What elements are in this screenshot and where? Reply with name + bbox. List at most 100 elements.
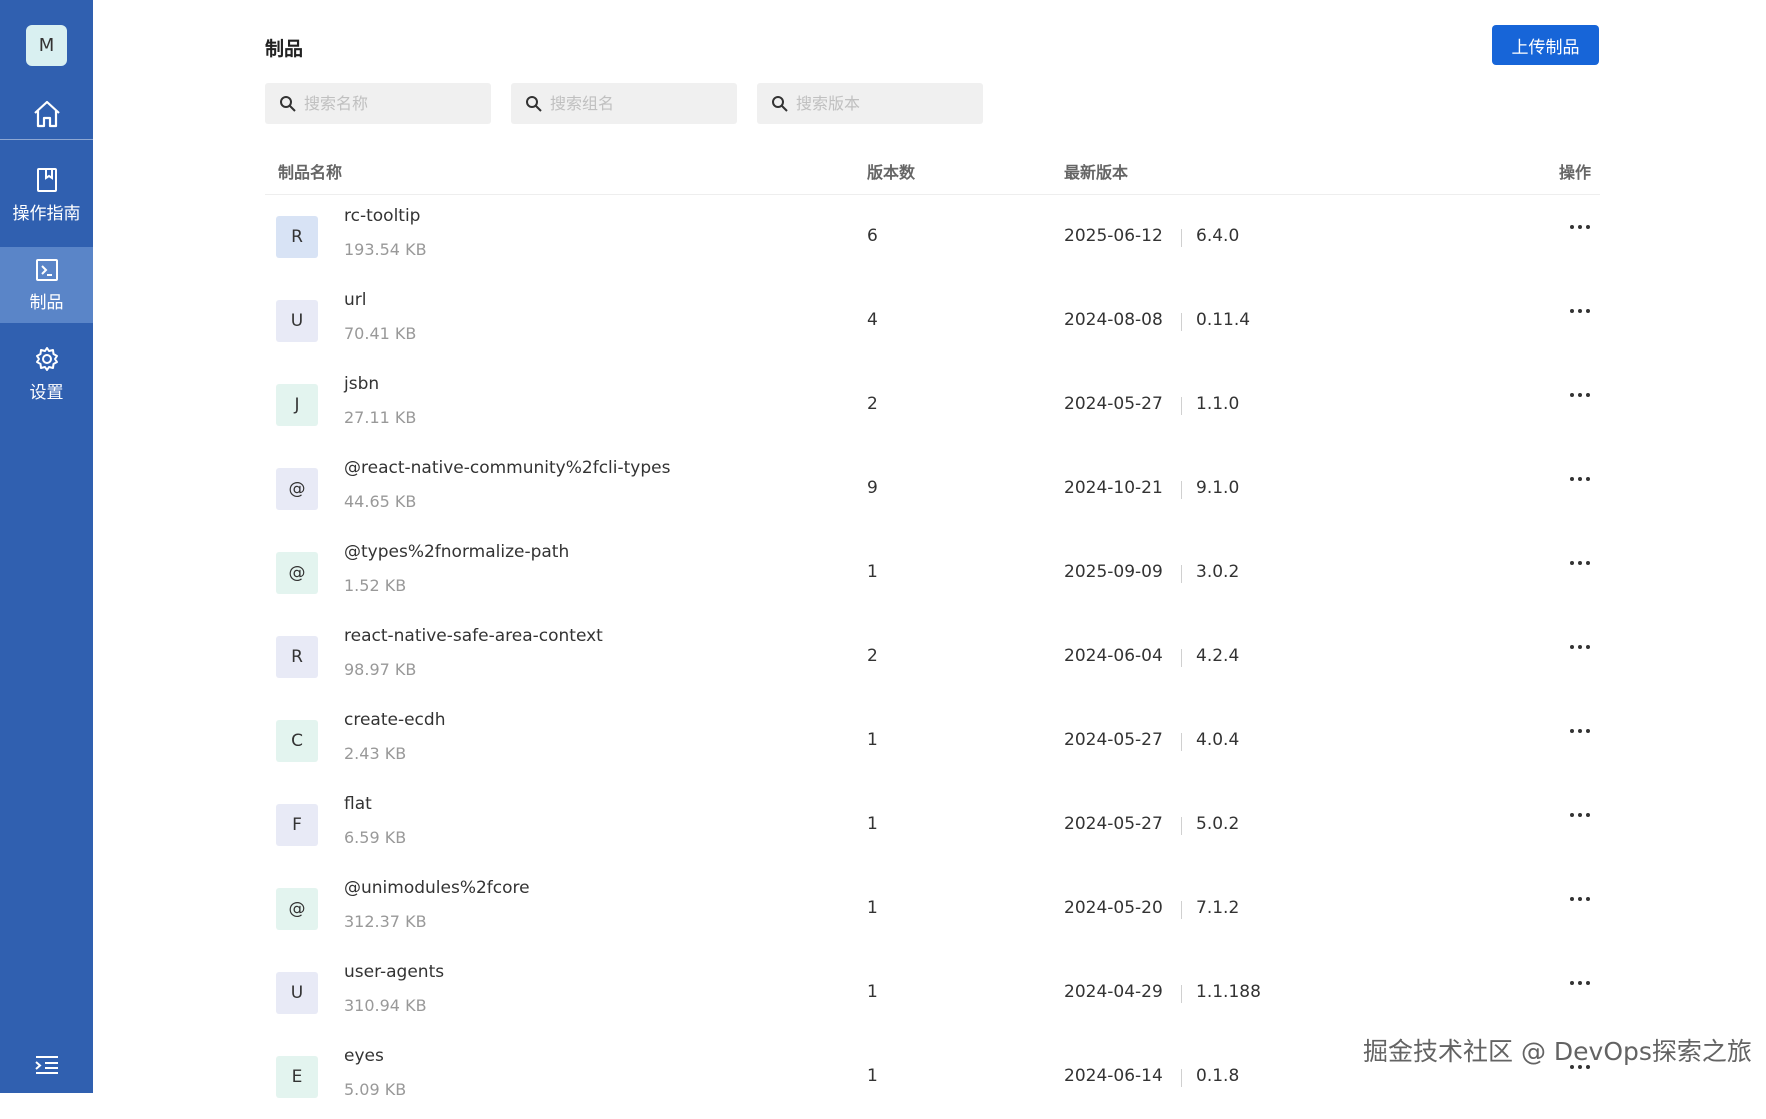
search-name-field[interactable] — [265, 83, 491, 124]
search-name-input[interactable] — [304, 94, 484, 113]
sidebar-item-label: 操作指南 — [12, 203, 81, 224]
search-version-input[interactable] — [796, 94, 976, 113]
divider — [1181, 565, 1182, 583]
search-icon — [772, 96, 788, 112]
column-header-count: 版本数 — [867, 163, 916, 182]
more-actions-button[interactable] — [1563, 801, 1597, 829]
more-icon — [1570, 813, 1590, 817]
artifact-name[interactable]: react-native-safe-area-context — [344, 626, 603, 646]
artifact-avatar: @ — [276, 552, 318, 594]
sidebar-item-settings[interactable]: 设置 — [0, 336, 93, 412]
more-actions-button[interactable] — [1563, 297, 1597, 325]
column-header-latest: 最新版本 — [1064, 163, 1129, 182]
more-actions-button[interactable] — [1563, 213, 1597, 241]
table-row[interactable]: Uuser-agents 310.94 KB 1 2024-04-29 1.1.188 — [265, 951, 1600, 1035]
latest-version: 0.1.8 — [1196, 1066, 1240, 1086]
table-row[interactable]: @ @react-native-community%2fcli-types 44.6… — [265, 447, 1600, 531]
artifact-name[interactable]: @types%2fnormalize-path — [344, 542, 569, 562]
more-actions-button[interactable] — [1563, 549, 1597, 577]
sidebar-item-guide[interactable]: 操作指南 — [0, 157, 93, 233]
more-actions-button[interactable] — [1563, 465, 1597, 493]
version-count: 9 — [867, 478, 878, 498]
artifact-name[interactable]: flat — [344, 794, 372, 814]
more-actions-button[interactable] — [1563, 969, 1597, 997]
artifact-name[interactable]: @unimodules%2fcore — [344, 878, 530, 898]
artifact-name[interactable]: create-ecdh — [344, 710, 445, 730]
latest-version-date: 2024-06-14 — [1064, 1066, 1163, 1086]
more-actions-button[interactable] — [1563, 633, 1597, 661]
artifact-name[interactable]: @react-native-community%2fcli-types — [344, 458, 670, 478]
version-count: 1 — [867, 814, 878, 834]
avatar[interactable]: M — [26, 25, 67, 66]
sidebar-divider — [0, 139, 93, 140]
artifact-name[interactable]: eyes — [344, 1046, 384, 1066]
artifact-avatar: F — [276, 804, 318, 846]
book-icon — [36, 167, 57, 192]
sidebar-item-artifacts[interactable]: 制品 — [0, 247, 93, 323]
sidebar-collapse-button[interactable] — [0, 1045, 93, 1085]
more-icon — [1570, 477, 1590, 481]
upload-artifact-button[interactable]: 上传制品 — [1492, 25, 1599, 65]
artifact-avatar: J — [276, 384, 318, 426]
artifact-name[interactable]: rc-tooltip — [344, 206, 420, 226]
artifact-name[interactable]: jsbn — [344, 374, 379, 394]
artifact-size: 2.43 KB — [344, 744, 407, 763]
latest-version-date: 2024-10-21 — [1064, 478, 1163, 498]
more-icon — [1570, 897, 1590, 901]
search-icon — [526, 96, 542, 112]
watermark: 掘金技术社区 @ DevOps探索之旅 — [1363, 1037, 1752, 1066]
artifact-size: 312.37 KB — [344, 912, 427, 931]
table-row[interactable]: @ @types%2fnormalize-path 1.52 KB 1 2025-09-… — [265, 531, 1600, 615]
more-actions-button[interactable] — [1563, 381, 1597, 409]
artifact-size: 193.54 KB — [344, 240, 427, 259]
more-icon — [1570, 225, 1590, 229]
table-row[interactable]: Rrc-tooltip 193.54 KB 6 2025-06-12 6.4.0 — [265, 195, 1600, 279]
table-row[interactable]: Jjsbn 27.11 KB 2 2024-05-27 1.1.0 — [265, 363, 1600, 447]
latest-version-date: 2024-04-29 — [1064, 982, 1163, 1002]
table-row[interactable]: Rreact-native-safe-area-context 98.97 KB 2… — [265, 615, 1600, 699]
table-row[interactable]: Fflat 6.59 KB 1 2024-05-27 5.0.2 — [265, 783, 1600, 867]
table-row[interactable]: Uurl 70.41 KB 4 2024-08-08 0.11.4 — [265, 279, 1600, 363]
latest-version: 4.2.4 — [1196, 646, 1240, 666]
latest-version-date: 2024-05-27 — [1064, 730, 1163, 750]
latest-version-date: 2024-05-27 — [1064, 394, 1163, 414]
page-title: 制品 — [265, 38, 304, 60]
artifact-size: 1.52 KB — [344, 576, 407, 595]
more-icon — [1570, 645, 1590, 649]
divider — [1181, 397, 1182, 415]
artifact-avatar: U — [276, 972, 318, 1014]
artifact-size: 310.94 KB — [344, 996, 427, 1015]
version-count: 2 — [867, 646, 878, 666]
artifact-size: 98.97 KB — [344, 660, 417, 679]
artifact-avatar: R — [276, 636, 318, 678]
artifact-name[interactable]: url — [344, 290, 367, 310]
table-row[interactable]: Ccreate-ecdh 2.43 KB 1 2024-05-27 4.0.4 — [265, 699, 1600, 783]
version-count: 1 — [867, 730, 878, 750]
home-icon — [33, 100, 60, 128]
version-count: 1 — [867, 562, 878, 582]
artifact-size: 6.59 KB — [344, 828, 407, 847]
divider — [1181, 985, 1182, 1003]
gear-icon — [35, 346, 58, 371]
divider — [1181, 481, 1182, 499]
artifact-avatar: R — [276, 216, 318, 258]
latest-version: 5.0.2 — [1196, 814, 1240, 834]
column-header-name: 制品名称 — [278, 163, 343, 182]
table-row[interactable]: @ @unimodules%2fcore 312.37 KB 1 2024-05-20 7… — [265, 867, 1600, 951]
artifact-avatar: C — [276, 720, 318, 762]
search-icon — [280, 96, 296, 112]
artifact-name[interactable]: user-agents — [344, 962, 444, 982]
home-button[interactable] — [0, 88, 93, 140]
search-version-field[interactable] — [757, 83, 983, 124]
artifact-avatar: U — [276, 300, 318, 342]
version-count: 1 — [867, 1066, 878, 1086]
version-count: 6 — [867, 226, 878, 246]
search-group-field[interactable] — [511, 83, 737, 124]
latest-version: 0.11.4 — [1196, 310, 1251, 330]
artifact-size: 44.65 KB — [344, 492, 417, 511]
more-actions-button[interactable] — [1563, 885, 1597, 913]
more-icon — [1570, 981, 1590, 985]
artifact-avatar: @ — [276, 468, 318, 510]
more-actions-button[interactable] — [1563, 717, 1597, 745]
search-group-input[interactable] — [550, 94, 730, 113]
